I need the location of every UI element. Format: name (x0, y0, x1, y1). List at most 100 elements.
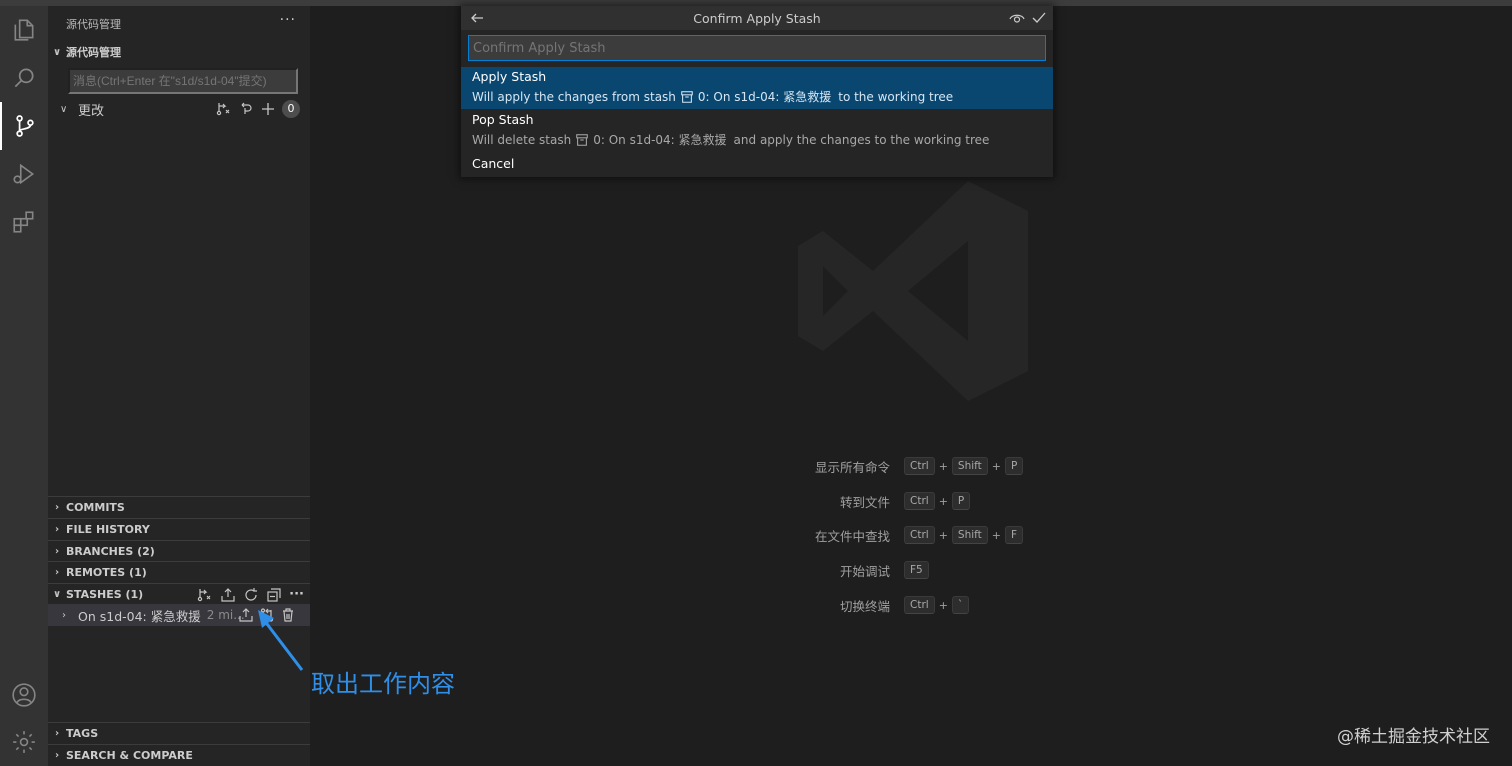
chevron-right-icon: › (54, 750, 60, 761)
quick-pick-title: Confirm Apply Stash (693, 11, 821, 26)
key-cap: P (1005, 457, 1024, 475)
key-cap: Shift (951, 457, 988, 475)
sidebar-title: 源代码管理 (66, 18, 121, 31)
option-label: Cancel (472, 156, 515, 171)
changes-label: 更改 (78, 103, 105, 119)
check-icon[interactable] (1031, 10, 1047, 26)
option-label: Pop Stash (472, 112, 534, 127)
search-icon[interactable] (0, 54, 48, 102)
changes-group-row[interactable]: ∨ 更改 0 (48, 98, 310, 120)
chevron-down-icon: ∨ (52, 589, 62, 600)
apply-stash-option[interactable]: Apply Stash Will apply the changes from … (461, 67, 1053, 109)
activity-bar (0, 6, 48, 766)
tags-section-title: TAGS (66, 727, 99, 740)
key-cap: Ctrl (904, 526, 935, 544)
option-desc-suffix: and apply the changes to the working tre… (733, 133, 990, 147)
archive-icon (576, 134, 588, 146)
option-description: Will delete stash 0: On s1d-04: 紧急救援 and… (472, 130, 1053, 150)
chevron-right-icon: › (54, 502, 60, 513)
chevron-right-icon: › (54, 567, 60, 578)
cancel-option[interactable]: Cancel (461, 154, 1053, 174)
shortcut-label: 切换终端 (839, 598, 890, 614)
quick-pick-input[interactable] (468, 35, 1046, 61)
quick-pick-title-bar: Confirm Apply Stash (461, 6, 1053, 30)
key-cap: Ctrl (904, 492, 935, 510)
annotation-text: 取出工作内容 (311, 670, 455, 698)
option-desc-prefix: Will apply the changes from stash (472, 90, 676, 104)
option-desc-stash: 0: On s1d-04: 紧急救援 (697, 90, 832, 104)
key-cap: Ctrl (904, 457, 935, 475)
commits-section-header[interactable]: › COMMITS (48, 496, 310, 518)
extensions-icon[interactable] (0, 198, 48, 246)
settings-gear-icon[interactable] (0, 718, 48, 766)
chevron-right-icon: › (54, 728, 60, 739)
search-compare-section-title: SEARCH & COMPARE (66, 749, 193, 762)
key-cap: P (951, 492, 971, 510)
stashes-actions: ··· (197, 587, 304, 603)
pop-stash-option[interactable]: Pop Stash Will delete stash 0: On s1d-04… (461, 110, 1053, 152)
stash-apply-icon[interactable] (220, 587, 236, 603)
shortcut-keys: Ctrl + P (904, 492, 971, 510)
refresh-icon[interactable] (243, 587, 259, 603)
stash-save-icon[interactable] (197, 587, 213, 603)
key-cap: F5 (904, 561, 929, 579)
shortcut-label: 开始调试 (839, 563, 890, 579)
plus-sign: + (991, 459, 1001, 473)
source-control-icon[interactable] (0, 102, 48, 150)
remotes-section-header[interactable]: › REMOTES (1) (48, 561, 310, 583)
option-desc-suffix: to the working tree (838, 90, 954, 104)
scm-section-title: 源代码管理 (66, 46, 121, 59)
tags-section-header[interactable]: › TAGS (48, 722, 310, 744)
account-icon[interactable] (0, 671, 48, 719)
branches-section-header[interactable]: › BRANCHES (2) (48, 540, 310, 562)
stash-item-label: On s1d-04: 紧急救援 (78, 608, 201, 624)
scm-section-header[interactable]: ∨ 源代码管理 (48, 41, 310, 63)
file-history-section-title: FILE HISTORY (66, 523, 150, 536)
visibility-eye-icon[interactable] (1009, 10, 1025, 26)
commits-section-title: COMMITS (66, 501, 125, 514)
shortcut-label: 显示所有命令 (814, 459, 890, 475)
explorer-icon[interactable] (0, 6, 48, 54)
plus-sign: + (991, 528, 1001, 542)
search-compare-section-header[interactable]: › SEARCH & COMPARE (48, 744, 310, 766)
option-label: Apply Stash (472, 69, 547, 84)
option-description: Will apply the changes from stash 0: On … (472, 87, 1053, 107)
shortcut-keys: Ctrl + Shift + F (904, 526, 1024, 544)
key-cap: ` (951, 596, 970, 614)
run-debug-icon[interactable] (0, 150, 48, 198)
changes-count-badge: 0 (282, 100, 300, 118)
branches-section-title: BRANCHES (2) (66, 545, 155, 558)
file-history-section-header[interactable]: › FILE HISTORY (48, 518, 310, 540)
annotation-arrow-icon (258, 610, 304, 671)
chevron-right-icon: › (62, 609, 66, 621)
stash-icon[interactable] (216, 101, 232, 117)
archive-icon (681, 91, 693, 103)
collapse-all-icon[interactable] (266, 587, 282, 603)
remotes-section-title: REMOTES (1) (66, 566, 147, 579)
plus-sign: + (938, 494, 948, 508)
discard-icon[interactable] (238, 101, 254, 117)
stashes-more-button[interactable]: ··· (289, 587, 304, 602)
stage-all-plus-icon[interactable] (260, 101, 276, 117)
shortcut-label: 转到文件 (839, 494, 890, 510)
site-watermark: @稀土掘金技术社区 (1337, 727, 1490, 747)
commit-message-input[interactable] (68, 68, 298, 94)
key-cap: Shift (951, 526, 988, 544)
chevron-down-icon: ∨ (52, 46, 62, 58)
chevron-right-icon: › (54, 546, 60, 557)
quick-pick-dialog: Confirm Apply Stash Apply Stash Will app… (461, 6, 1053, 177)
shortcut-keys: Ctrl + ` (904, 596, 970, 614)
sidebar-more-button[interactable]: ··· (280, 12, 296, 28)
chevron-down-icon: ∨ (60, 103, 68, 115)
key-cap: Ctrl (904, 596, 935, 614)
shortcut-keys: Ctrl + Shift + P (904, 457, 1024, 475)
key-cap: F (1005, 526, 1024, 544)
changes-actions: 0 (216, 100, 300, 118)
chevron-right-icon: › (54, 524, 60, 535)
plus-sign: + (938, 598, 948, 612)
option-desc-prefix: Will delete stash (472, 133, 572, 147)
shortcut-keys: F5 (904, 561, 929, 579)
option-desc-stash: 0: On s1d-04: 紧急救援 (593, 133, 727, 147)
stashes-section-title: STASHES (1) (66, 588, 144, 601)
plus-sign: + (938, 459, 948, 473)
